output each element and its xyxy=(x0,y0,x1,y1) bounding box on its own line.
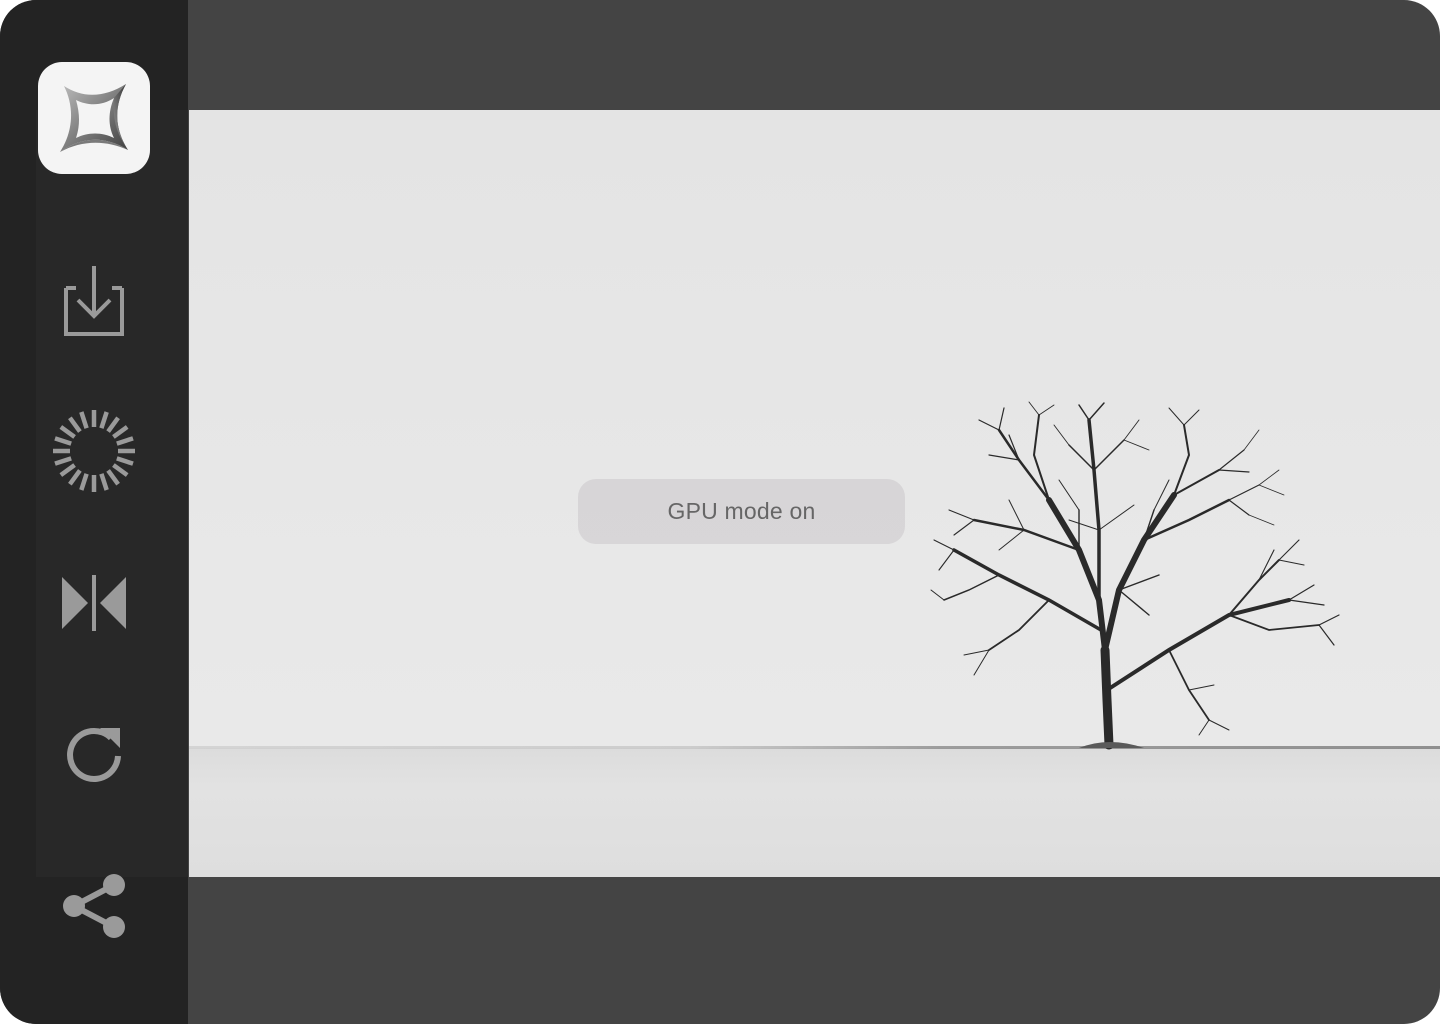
app-logo[interactable] xyxy=(38,62,150,174)
app-window: GPU mode on xyxy=(0,0,1440,1024)
gpu-mode-toast: GPU mode on xyxy=(578,479,905,544)
import-button[interactable] xyxy=(44,250,144,350)
compare-icon xyxy=(62,575,126,631)
toast-text: GPU mode on xyxy=(667,498,816,524)
tree-image xyxy=(930,401,1340,750)
refresh-icon xyxy=(67,727,121,782)
reset-button[interactable] xyxy=(44,704,144,804)
share-icon xyxy=(63,874,125,938)
spinner-icon xyxy=(53,410,135,492)
snow-field xyxy=(189,748,1440,877)
share-button[interactable] xyxy=(44,856,144,956)
compare-button[interactable] xyxy=(44,553,144,653)
processing-button[interactable] xyxy=(44,401,144,501)
app-logo-icon xyxy=(60,84,128,152)
import-icon xyxy=(64,266,124,336)
sidebar xyxy=(0,0,188,1024)
